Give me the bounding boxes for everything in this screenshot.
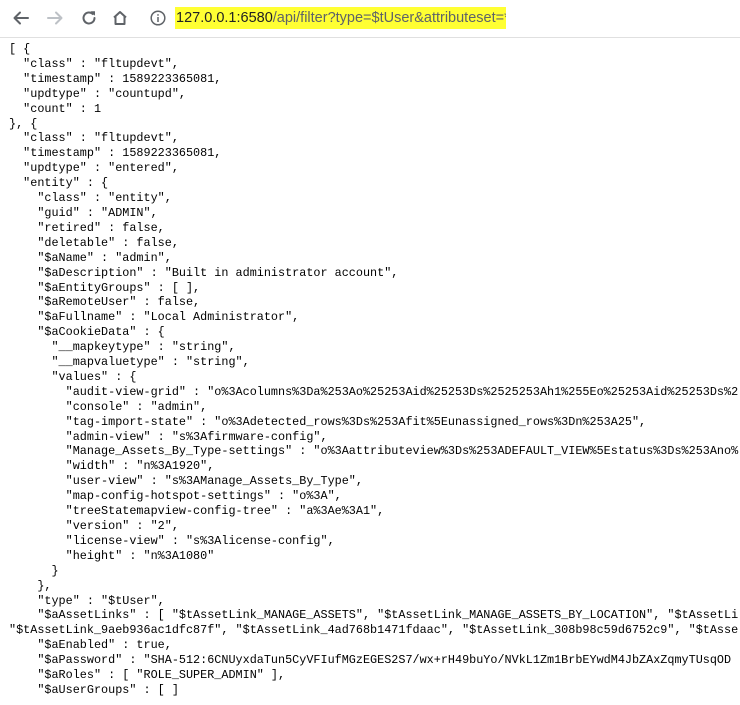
json-line: "audit-view-grid" : "o%3Acolumns%3Da%253… bbox=[9, 384, 739, 399]
browser-toolbar: 127.0.0.1:6580/api/filter?type=$tUser&at… bbox=[0, 0, 740, 38]
json-line: } bbox=[9, 563, 59, 578]
json-line: "license-view" : "s%3Alicense-config", bbox=[9, 533, 335, 548]
json-line: "$aName" : "admin", bbox=[9, 250, 172, 265]
json-line: "deletable" : false, bbox=[9, 235, 179, 250]
json-line: "$aDescription" : "Built in administrato… bbox=[9, 265, 399, 280]
json-line: "__mapvaluetype" : "string", bbox=[9, 355, 250, 370]
json-line: "width" : "n%3A1920", bbox=[9, 459, 215, 474]
back-button[interactable] bbox=[9, 6, 33, 30]
json-line: "$aAssetLinks" : [ "$tAssetLink_MANAGE_A… bbox=[9, 608, 739, 623]
site-info-button[interactable] bbox=[147, 7, 169, 29]
url-path: /api/filter?type=$tUser&attributeset=* bbox=[272, 10, 506, 26]
json-line: "version" : "2", bbox=[9, 519, 179, 533]
json-text: [ { "class" : "fltupdevt", "timestamp" :… bbox=[0, 38, 740, 698]
json-line: "$aFullname" : "Local Administrator", bbox=[9, 310, 300, 325]
json-line: "treeStatemapview-config-tree" : "a%3Ae%… bbox=[9, 504, 385, 519]
json-line: "timestamp" : 1589223365081, bbox=[9, 146, 222, 161]
json-line: "Manage_Assets_By_Type-settings" : "o%3A… bbox=[9, 444, 739, 459]
json-line: "$aRemoteUser" : false, bbox=[9, 295, 201, 310]
info-icon bbox=[150, 10, 166, 26]
json-response-view: [ { "class" : "fltupdevt", "timestamp" :… bbox=[0, 38, 740, 705]
json-line: }, { bbox=[9, 116, 38, 131]
json-line: "height" : "n%3A1080" bbox=[9, 548, 215, 563]
home-icon bbox=[113, 11, 127, 25]
back-arrow-icon bbox=[13, 11, 29, 25]
json-line: "$aCookieData" : { bbox=[9, 325, 165, 340]
json-line: "$aUserGroups" : [ ] bbox=[9, 682, 179, 697]
json-line: "__mapkeytype" : "string", bbox=[9, 340, 236, 355]
json-line: "count" : 1 bbox=[9, 101, 102, 116]
json-line: "values" : { bbox=[9, 369, 137, 384]
forward-arrow-icon bbox=[47, 11, 63, 25]
json-line: "$aEntityGroups" : [ ], bbox=[9, 280, 201, 295]
json-line: "timestamp" : 1589223365081, bbox=[9, 71, 222, 86]
json-line: "updtype" : "countupd", bbox=[9, 86, 186, 101]
json-line: }, bbox=[9, 578, 52, 593]
json-line: "class" : "fltupdevt", bbox=[9, 131, 179, 146]
url-host: 127.0.0.1:6580 bbox=[176, 10, 273, 26]
json-line: "class" : "entity", bbox=[9, 191, 172, 206]
json-line: "guid" : "ADMIN", bbox=[9, 205, 158, 220]
json-line: "console" : "admin", bbox=[9, 399, 208, 414]
json-line: "$tAssetLink_9aeb936ac1dfc87f", "$tAsset… bbox=[9, 623, 739, 638]
json-line: "retired" : false, bbox=[9, 220, 165, 235]
json-line: "$aPassword" : "SHA-512:6CNUyxdaTun5CyVF… bbox=[9, 653, 732, 668]
json-line: "admin-view" : "s%3Afirmware-config", bbox=[9, 429, 328, 444]
forward-button[interactable] bbox=[43, 6, 67, 30]
reload-icon bbox=[82, 11, 96, 25]
json-line: "class" : "fltupdevt", bbox=[9, 56, 179, 71]
json-line: "$aRoles" : [ "ROLE_SUPER_ADMIN" ], bbox=[9, 668, 286, 683]
json-line: "entity" : { bbox=[9, 176, 109, 191]
json-line: [ { bbox=[9, 42, 31, 56]
reload-button[interactable] bbox=[77, 6, 101, 30]
json-line: "tag-import-state" : "o%3Adetected_rows%… bbox=[9, 414, 647, 429]
json-line: "user-view" : "s%3AManage_Assets_By_Type… bbox=[9, 474, 363, 489]
home-button[interactable] bbox=[108, 6, 132, 30]
json-line: "updtype" : "entered", bbox=[9, 161, 179, 176]
json-line: "$aEnabled" : true, bbox=[9, 638, 172, 653]
json-line: "map-config-hotspot-settings" : "o%3A", bbox=[9, 489, 342, 504]
json-line: "type" : "$tUser", bbox=[9, 593, 165, 608]
address-bar[interactable]: 127.0.0.1:6580/api/filter?type=$tUser&at… bbox=[175, 7, 506, 29]
